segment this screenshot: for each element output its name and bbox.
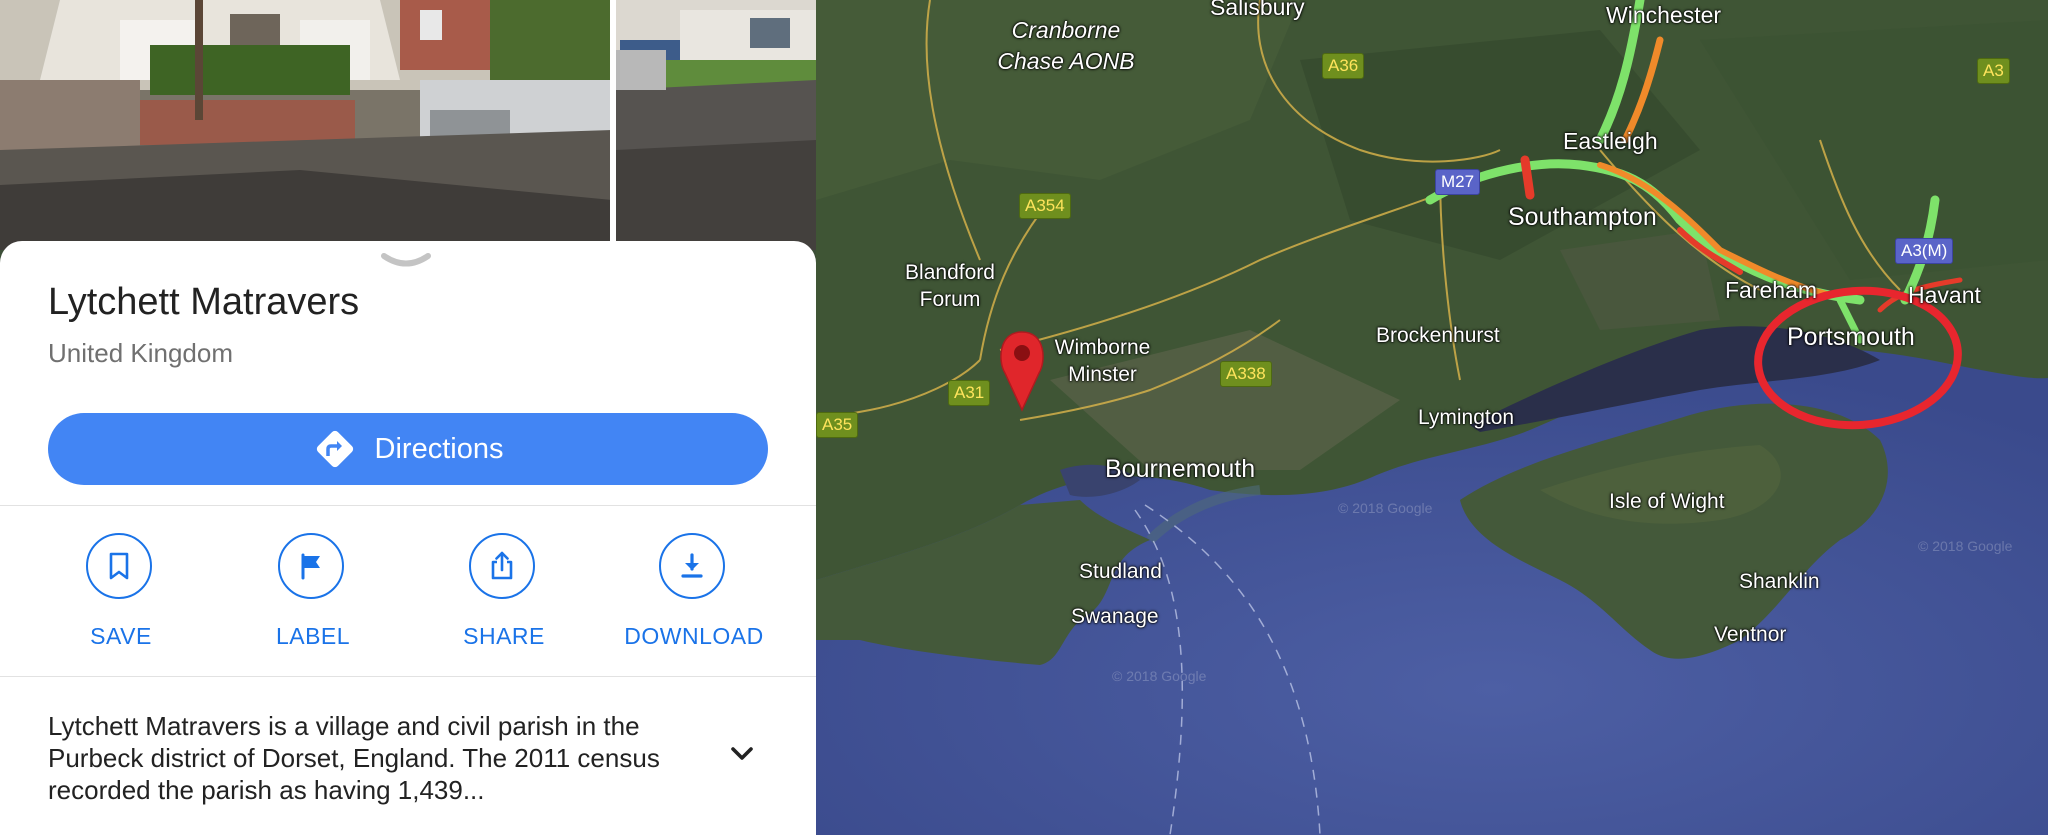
map-label-cranborne-line1: Cranborne [1011,17,1121,43]
place-subtitle: United Kingdom [48,338,233,368]
save-icon-circle [86,533,152,599]
divider [0,676,816,677]
save-label: SAVE [90,623,152,649]
map-label-winchester: Winchester [1606,2,1722,28]
directions-button[interactable]: Directions [48,413,768,485]
save-button[interactable]: SAVE [41,533,201,663]
map-label-fareham: Fareham [1725,277,1818,303]
download-icon [681,553,703,578]
share-button[interactable]: SHARE [424,533,584,663]
street-view-photo [0,0,816,250]
map-label-wimborne-line2: Minster [1068,363,1137,386]
road-shield-m27: M27 [1435,169,1481,196]
road-shield-a35: A35 [816,412,859,439]
map-label-southampton: Southampton [1508,203,1657,231]
map-watermark: © 2018 Google [1918,538,2013,554]
flag-icon [301,553,320,580]
place-card: Lytchett Matravers United Kingdom Direct… [0,241,816,835]
label-button[interactable]: LABEL [233,533,393,663]
map-label-swanage: Swanage [1071,605,1159,628]
map-label-cranborne-line2: Chase AONB [997,48,1135,74]
share-icon-circle [469,533,535,599]
map-label-salisbury: Salisbury [1210,0,1305,20]
map-label-eastleigh: Eastleigh [1563,128,1658,154]
road-shield-a338: A338 [1220,361,1272,388]
map-label-studland: Studland [1079,560,1162,583]
share-label: SHARE [463,623,545,649]
label-icon-circle [278,533,344,599]
place-details-panel: Lytchett Matravers United Kingdom Direct… [0,0,816,835]
map-label-wimborne-line1: Wimborne [1054,336,1151,359]
divider [0,505,816,506]
download-button[interactable]: DOWNLOAD [614,533,774,663]
road-shield-a36: A36 [1322,53,1365,80]
place-title: Lytchett Matravers [48,281,360,323]
map-label-blandford-line2: Forum [919,288,981,311]
map-label-lymington: Lymington [1418,406,1515,429]
map-label-havant: Havant [1908,282,1981,308]
directions-label: Directions [374,432,504,465]
map-watermark: © 2018 Google [1112,668,1207,684]
place-description: Lytchett Matravers is a village and civi… [48,711,660,805]
map-label-brockenhurst: Brockenhurst [1376,324,1500,347]
map-watermark: © 2018 Google [1338,500,1433,516]
map-label-isle-of-wight: Isle of Wight [1609,490,1725,513]
map-label-bournemouth: Bournemouth [1105,455,1256,483]
label-label: LABEL [275,623,351,649]
place-photos[interactable] [0,0,816,250]
bookmark-icon [109,552,129,580]
share-icon [491,551,513,580]
road-shield-a31: A31 [948,380,991,407]
map-label-portsmouth: Portsmouth [1787,323,1915,351]
map-label-shanklin: Shanklin [1739,570,1820,593]
road-shield-a354: A354 [1019,193,1071,220]
road-shield-a3m: A3(M) [1895,238,1954,265]
download-label: DOWNLOAD [624,623,764,649]
collapse-handle-icon[interactable] [380,251,432,271]
map-label-ventnor: Ventnor [1714,623,1787,646]
map-label-blandford-line1: Blandford [905,261,995,284]
download-icon-circle [659,533,725,599]
road-shield-a3: A3 [1977,58,2010,85]
directions-icon [316,430,353,468]
expand-chevron-down-icon[interactable] [726,737,758,769]
